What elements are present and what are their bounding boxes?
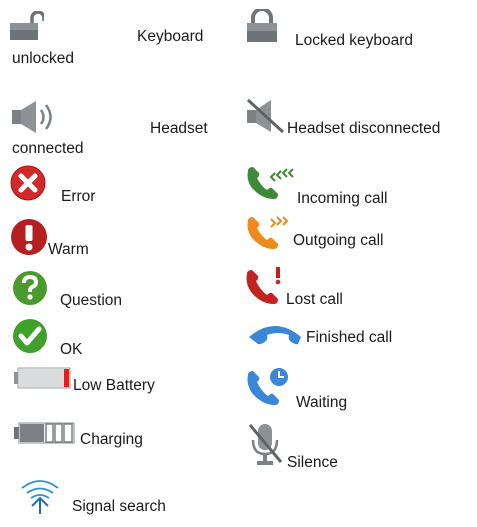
warm-label: Warm — [48, 241, 89, 258]
headset-disconnected-label: Headset disconnected — [287, 120, 441, 137]
muted-microphone-icon — [248, 424, 283, 465]
signal-search-label: Signal search — [72, 498, 166, 515]
keyboard-unlocked-label: Keyboard — [137, 28, 204, 45]
waiting-call-icon — [247, 368, 288, 405]
warning-icon — [11, 219, 47, 255]
speaker-muted-icon — [246, 98, 285, 134]
low-battery-label: Low Battery — [73, 377, 155, 394]
incoming-call-icon — [247, 167, 294, 199]
incoming-call-label: Incoming call — [297, 190, 388, 207]
ok-label: OK — [60, 341, 83, 358]
ok-check-icon — [13, 319, 47, 353]
finished-call-label: Finished call — [306, 329, 393, 346]
error-icon — [10, 165, 46, 201]
error-label: Error — [61, 188, 96, 205]
lost-call-label: Lost call — [286, 291, 343, 308]
lost-call-icon — [246, 267, 281, 304]
low-battery-icon — [14, 367, 71, 389]
question-label: Question — [60, 292, 123, 309]
waiting-label: Waiting — [296, 394, 348, 411]
antenna-signal-icon — [21, 480, 59, 514]
silence-label: Silence — [287, 454, 338, 471]
headset-connected-label: Headset — [150, 120, 208, 137]
speaker-icon — [12, 101, 52, 133]
closed-padlock-icon — [247, 9, 277, 42]
outgoing-call-label: Outgoing call — [293, 232, 384, 249]
locked-keyboard-label: Locked keyboard — [295, 32, 414, 49]
outgoing-call-icon — [247, 216, 289, 249]
keyboard-unlocked-sublabel: unlocked — [12, 50, 75, 67]
finished-call-icon — [249, 326, 301, 345]
charging-battery-icon — [14, 422, 75, 444]
open-padlock-icon — [10, 11, 44, 40]
question-icon — [13, 271, 47, 305]
headset-connected-sublabel: connected — [12, 140, 84, 157]
charging-label: Charging — [80, 431, 143, 448]
